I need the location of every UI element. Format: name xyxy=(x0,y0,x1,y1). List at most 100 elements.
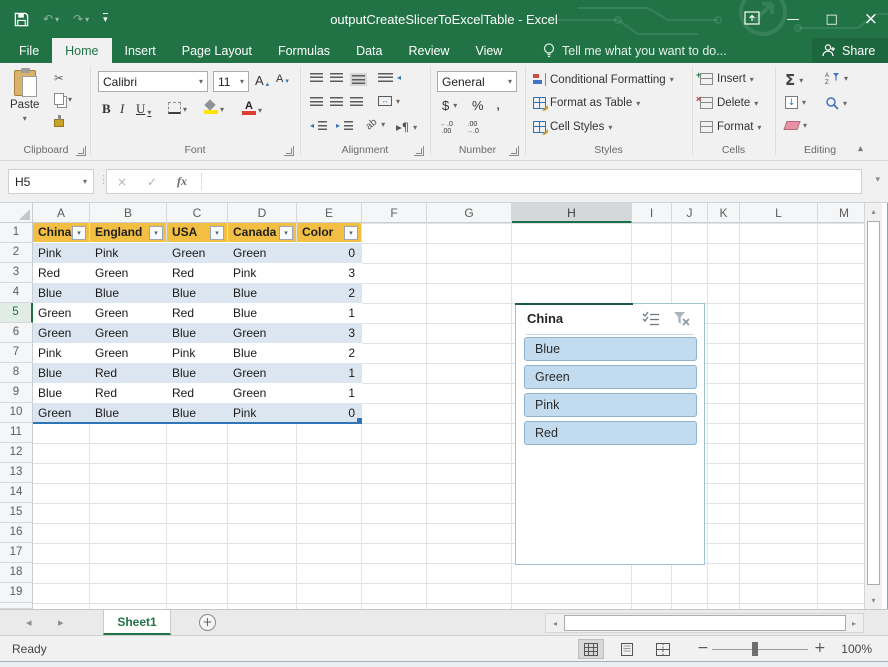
format-cells-button[interactable]: Format▾ xyxy=(700,121,761,133)
font-dialog-launcher[interactable] xyxy=(284,146,294,156)
alignment-dialog-launcher[interactable] xyxy=(414,146,424,156)
scroll-left-icon[interactable]: ◂ xyxy=(549,619,561,628)
cell-A7[interactable]: Pink xyxy=(33,343,89,363)
slicer-item-blue[interactable]: Blue xyxy=(524,337,697,361)
cut-button[interactable]: ✂ xyxy=(54,71,64,85)
cell-E5[interactable]: 1 xyxy=(297,303,361,323)
cell-C8[interactable]: Blue xyxy=(167,363,227,383)
name-box[interactable]: H5 ▾ xyxy=(8,169,94,194)
ribbon-display-options-icon[interactable] xyxy=(744,11,760,28)
sheet-nav-left-icon[interactable]: ◂ xyxy=(26,616,32,629)
view-normal-button[interactable] xyxy=(578,639,604,659)
cell-A4[interactable]: Blue xyxy=(33,283,89,303)
cell-C5[interactable]: Red xyxy=(167,303,227,323)
row-header-9[interactable]: 9 xyxy=(0,383,33,403)
enter-formula-icon[interactable]: ✓ xyxy=(137,175,167,189)
cell-E9[interactable]: 1 xyxy=(297,383,361,403)
clipboard-dialog-launcher[interactable] xyxy=(76,146,86,156)
filter-button-E[interactable]: ▾ xyxy=(344,226,358,240)
view-page-break-button[interactable] xyxy=(650,639,676,659)
cell-D6[interactable]: Green xyxy=(228,323,296,343)
row-header-5[interactable]: 5 xyxy=(0,303,33,323)
underline-button[interactable]: U▾ xyxy=(136,101,151,117)
cell-styles-button[interactable]: Cell Styles▾ xyxy=(533,121,612,133)
cell-E8[interactable]: 1 xyxy=(297,363,361,383)
tab-insert[interactable]: Insert xyxy=(112,38,169,63)
row-header-8[interactable]: 8 xyxy=(0,363,33,383)
cancel-formula-icon[interactable]: × xyxy=(107,175,137,189)
tab-file[interactable]: File xyxy=(6,38,52,63)
slicer-header[interactable]: China xyxy=(516,304,704,334)
row-header-19[interactable]: 19 xyxy=(0,583,33,603)
tab-home[interactable]: Home xyxy=(52,38,111,63)
insert-cells-button[interactable]: + Insert▾ xyxy=(700,73,754,85)
zoom-in-button[interactable]: + xyxy=(814,640,826,656)
find-select-button[interactable]: ▾ xyxy=(825,96,847,110)
increase-decimal-button[interactable]: ←.0.00 xyxy=(440,121,453,135)
cell-E6[interactable]: 3 xyxy=(297,323,361,343)
maximize-button[interactable]: □ xyxy=(825,12,837,27)
autosum-button[interactable]: Σ▾ xyxy=(785,71,803,89)
align-right-button[interactable] xyxy=(350,97,363,106)
copy-button[interactable]: ▾ xyxy=(54,93,72,105)
format-as-table-button[interactable]: Format as Table▾ xyxy=(533,97,640,109)
cell-B2[interactable]: Pink xyxy=(90,243,166,263)
slicer-item-green[interactable]: Green xyxy=(524,365,697,389)
undo-icon[interactable]: ↶▾ xyxy=(43,12,59,26)
row-header-14[interactable]: 14 xyxy=(0,483,33,503)
row-header-15[interactable]: 15 xyxy=(0,503,33,523)
number-format-combo[interactable]: General▾ xyxy=(437,71,517,92)
save-icon[interactable] xyxy=(14,12,29,27)
percent-style-button[interactable]: % xyxy=(472,98,484,113)
align-center-button[interactable] xyxy=(330,97,343,106)
filter-button-B[interactable]: ▾ xyxy=(149,226,163,240)
cell-E4[interactable]: 2 xyxy=(297,283,361,303)
zoom-out-button[interactable]: − xyxy=(697,640,709,656)
conditional-formatting-button[interactable]: Conditional Formatting▾ xyxy=(533,73,674,86)
fill-color-button[interactable]: ▾ xyxy=(204,101,224,114)
cell-A6[interactable]: Green xyxy=(33,323,89,343)
cell-E7[interactable]: 2 xyxy=(297,343,361,363)
slicer-china[interactable]: China BlueGreenPinkRed xyxy=(515,303,705,565)
row-header-13[interactable]: 13 xyxy=(0,463,33,483)
format-painter-button[interactable] xyxy=(54,115,64,127)
grow-font-button[interactable]: A▴ xyxy=(255,73,269,88)
align-left-button[interactable] xyxy=(310,97,323,106)
cell-D7[interactable]: Blue xyxy=(228,343,296,363)
new-sheet-button[interactable]: + xyxy=(199,614,216,631)
cell-C3[interactable]: Red xyxy=(167,263,227,283)
row-header-2[interactable]: 2 xyxy=(0,243,33,263)
column-header-M[interactable]: M xyxy=(818,203,864,223)
row-header-12[interactable]: 12 xyxy=(0,443,33,463)
row-header-18[interactable]: 18 xyxy=(0,563,33,583)
cell-B3[interactable]: Green xyxy=(90,263,166,283)
tab-view[interactable]: View xyxy=(462,38,515,63)
decrease-decimal-button[interactable]: .00→.0 xyxy=(466,121,479,135)
select-all-corner[interactable] xyxy=(0,203,33,223)
filter-button-D[interactable]: ▾ xyxy=(279,226,293,240)
cell-C9[interactable]: Red xyxy=(167,383,227,403)
cell-D4[interactable]: Blue xyxy=(228,283,296,303)
scroll-up-icon[interactable]: ▴ xyxy=(865,207,882,216)
paste-button[interactable]: Paste ▾ xyxy=(10,70,39,123)
shrink-font-button[interactable]: A▾ xyxy=(276,73,289,85)
sheet-nav-right-icon[interactable]: ▸ xyxy=(58,616,64,629)
tell-me-box[interactable]: Tell me what you want to do... xyxy=(543,38,727,63)
minimize-button[interactable]: — xyxy=(786,12,799,27)
horizontal-scrollbar[interactable]: ◂ ▸ xyxy=(545,613,864,633)
cell-E10[interactable]: 0 xyxy=(297,403,361,423)
share-button[interactable]: Share xyxy=(812,38,888,63)
column-header-A[interactable]: A xyxy=(33,203,90,223)
insert-function-icon[interactable]: fx xyxy=(167,174,197,189)
row-header-11[interactable]: 11 xyxy=(0,423,33,443)
zoom-slider-thumb[interactable] xyxy=(752,642,758,656)
row-header-3[interactable]: 3 xyxy=(0,263,33,283)
wrap-text-button[interactable]: ◂ xyxy=(378,73,401,82)
text-direction-button[interactable]: ▸¶▾ xyxy=(396,120,417,134)
cell-D3[interactable]: Pink xyxy=(228,263,296,283)
redo-icon[interactable]: ↷▾ xyxy=(73,12,89,26)
merge-center-button[interactable]: ↔▾ xyxy=(378,96,400,106)
column-header-H[interactable]: H xyxy=(512,203,632,223)
cell-A8[interactable]: Blue xyxy=(33,363,89,383)
orientation-button[interactable]: ab▾ xyxy=(366,119,385,130)
